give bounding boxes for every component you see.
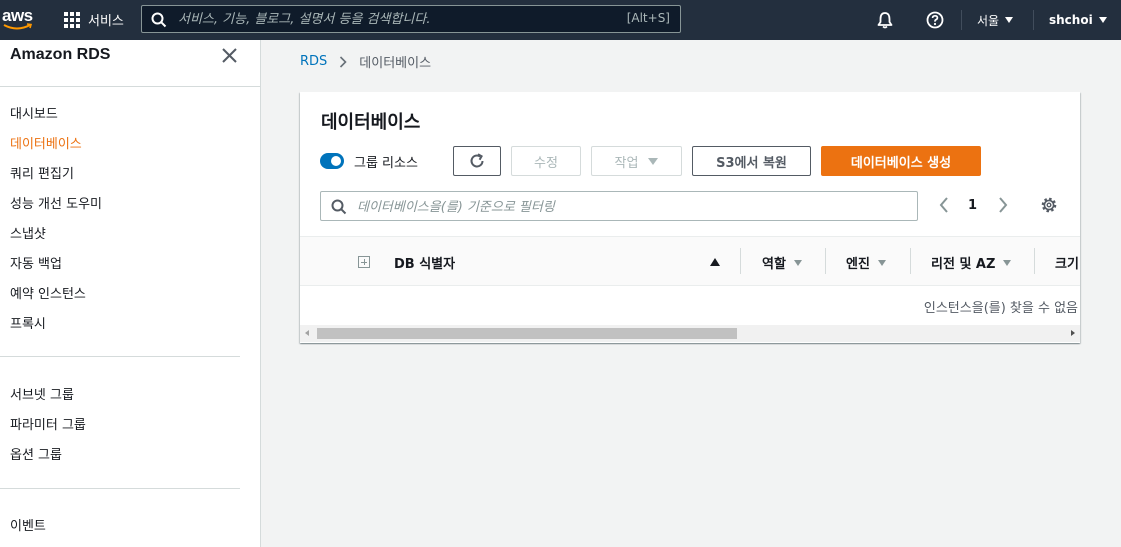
- caret-down-icon: [648, 157, 659, 165]
- scrollbar-thumb[interactable]: [317, 328, 737, 339]
- database-filter[interactable]: [320, 191, 918, 221]
- modify-button[interactable]: 수정: [511, 146, 581, 176]
- column-header-engine[interactable]: 엔진: [846, 253, 886, 272]
- sidebar-divider: [0, 488, 240, 489]
- column-header-role[interactable]: 역할: [762, 253, 802, 272]
- panel-title: 데이터베이스: [321, 112, 421, 133]
- table-header: DB 식별자 역할 엔진 리전 및 AZ 크기: [300, 236, 1080, 286]
- databases-panel: 데이터베이스 그룹 리소스 수정 작업 S3에서 복원 데이터베이스 생성 1: [300, 92, 1080, 343]
- sidebar-item-databases[interactable]: 데이터베이스: [10, 133, 82, 152]
- chevron-right-icon: [340, 55, 347, 68]
- close-icon[interactable]: [220, 46, 240, 66]
- account-menu[interactable]: shchoi: [1049, 0, 1107, 40]
- sort-icon: [1003, 259, 1012, 266]
- services-label: 서비스: [88, 14, 124, 29]
- create-database-button[interactable]: 데이터베이스 생성: [821, 146, 981, 176]
- caret-down-icon: [1005, 17, 1014, 23]
- sort-icon: [877, 259, 886, 266]
- sidebar-item-dashboard[interactable]: 대시보드: [10, 103, 58, 122]
- refresh-icon: [470, 153, 484, 168]
- top-nav-bar: aws 서비스 [Alt+S] 서울 shcho: [0, 0, 1121, 40]
- scroll-left-icon[interactable]: [305, 330, 309, 336]
- expand-all-icon[interactable]: [358, 256, 370, 268]
- column-header-label: 역할: [762, 257, 786, 272]
- region-selector[interactable]: 서울: [977, 0, 1014, 40]
- actions-button[interactable]: 작업: [591, 146, 682, 176]
- column-separator: [740, 248, 741, 274]
- column-header-label: 리전 및 AZ: [931, 257, 996, 272]
- column-header-db-identifier[interactable]: DB 식별자: [394, 253, 455, 272]
- sidebar-item-proxies[interactable]: 프록시: [10, 313, 46, 332]
- next-page-button[interactable]: [997, 195, 1009, 215]
- search-icon: [331, 199, 347, 215]
- filter-input[interactable]: [357, 198, 897, 216]
- sidebar: Amazon RDS 대시보드 데이터베이스 쿼리 편집기 성능 개선 도우미 …: [0, 40, 261, 547]
- breadcrumb-current: 데이터베이스: [359, 56, 432, 71]
- column-header-size[interactable]: 크기: [1055, 253, 1079, 272]
- bell-icon: [877, 12, 893, 29]
- sidebar-item-snapshots[interactable]: 스냅샷: [10, 223, 46, 242]
- services-grid-icon: [64, 11, 80, 28]
- toggle-knob: [331, 156, 341, 166]
- sidebar-item-parameter-groups[interactable]: 파라미터 그룹: [10, 414, 86, 433]
- nav-separator: [1033, 10, 1034, 30]
- sort-ascending-icon[interactable]: [710, 258, 720, 266]
- horizontal-scrollbar[interactable]: [300, 325, 1080, 342]
- sidebar-item-option-groups[interactable]: 옵션 그룹: [10, 444, 62, 463]
- column-separator: [1034, 248, 1035, 274]
- nav-separator: [961, 10, 962, 30]
- services-menu[interactable]: 서비스: [64, 10, 124, 29]
- sidebar-divider: [0, 86, 260, 87]
- sidebar-divider: [0, 356, 240, 357]
- breadcrumb-rds-link[interactable]: RDS: [300, 54, 327, 69]
- sidebar-item-performance-insights[interactable]: 성능 개선 도우미: [10, 193, 102, 212]
- search-shortcut-hint: [Alt+S]: [626, 11, 670, 25]
- column-separator: [910, 248, 911, 274]
- region-label: 서울: [977, 13, 1000, 28]
- user-label: shchoi: [1049, 13, 1093, 27]
- column-separator: [825, 248, 826, 274]
- empty-table-message: 인스턴스을(를) 찾을 수 없음: [923, 301, 1078, 316]
- restore-from-s3-label: S3에서 복원: [716, 155, 787, 171]
- sidebar-item-subnet-groups[interactable]: 서브넷 그룹: [10, 384, 74, 403]
- modify-button-label: 수정: [534, 155, 558, 171]
- refresh-button[interactable]: [453, 146, 501, 176]
- preferences-gear-icon[interactable]: [1040, 196, 1058, 214]
- search-input[interactable]: [178, 10, 618, 28]
- sidebar-title: Amazon RDS: [10, 46, 111, 63]
- column-header-label: 엔진: [846, 257, 870, 272]
- notifications-button[interactable]: [876, 0, 894, 40]
- column-header-label: DB 식별자: [394, 257, 456, 272]
- global-search[interactable]: [Alt+S]: [141, 5, 681, 33]
- group-resources-label: 그룹 리소스: [354, 156, 418, 171]
- scroll-right-icon[interactable]: [1071, 330, 1075, 336]
- sidebar-item-automated-backups[interactable]: 자동 백업: [10, 253, 62, 272]
- sidebar-item-query-editor[interactable]: 쿼리 편집기: [10, 163, 74, 182]
- search-icon: [151, 12, 167, 28]
- previous-page-button[interactable]: [938, 195, 950, 215]
- column-header-region-az[interactable]: 리전 및 AZ: [931, 253, 1012, 272]
- actions-button-label: 작업: [614, 155, 639, 171]
- sort-icon: [793, 259, 802, 266]
- group-resources-toggle[interactable]: [320, 153, 344, 169]
- sidebar-item-events[interactable]: 이벤트: [10, 515, 46, 534]
- breadcrumb: RDS 데이터베이스: [300, 52, 431, 71]
- caret-down-icon: [1098, 17, 1107, 23]
- aws-logo[interactable]: aws: [2, 6, 34, 34]
- restore-from-s3-button[interactable]: S3에서 복원: [692, 146, 811, 176]
- create-database-label: 데이터베이스 생성: [850, 155, 952, 171]
- column-header-label: 크기: [1055, 257, 1079, 272]
- aws-smile-icon: [3, 23, 33, 30]
- help-icon: [926, 11, 944, 29]
- current-page-number[interactable]: 1: [968, 198, 977, 213]
- sidebar-item-reserved-instances[interactable]: 예약 인스턴스: [10, 283, 86, 302]
- help-button[interactable]: [926, 0, 944, 40]
